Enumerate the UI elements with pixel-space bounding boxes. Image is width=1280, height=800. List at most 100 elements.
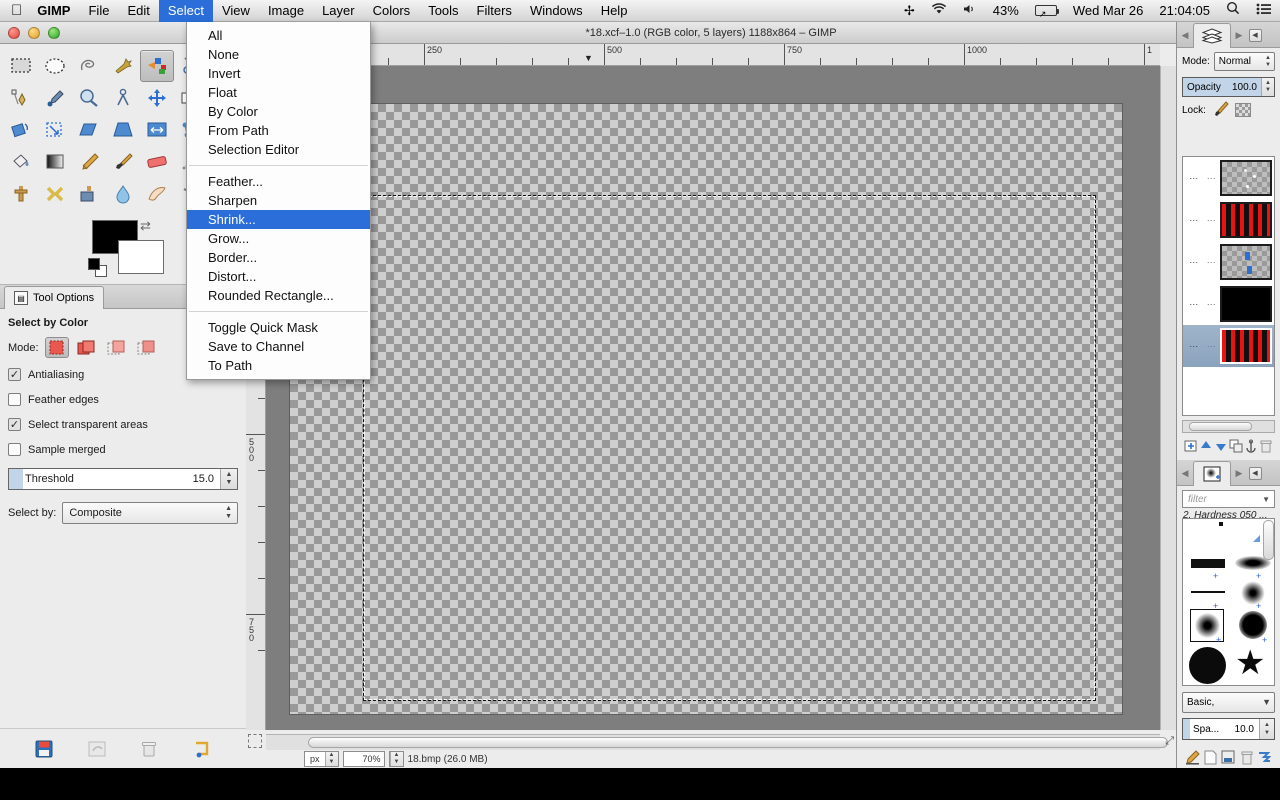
pencil-tool[interactable] (72, 146, 106, 178)
threshold-stepper[interactable]: ▲ ▼ (220, 469, 237, 489)
layer-visibility-icon[interactable]: ⋯ (1185, 257, 1203, 268)
mode-intersect-button[interactable] (135, 337, 159, 358)
layer-link-icon[interactable]: ⋯ (1203, 215, 1221, 226)
minimize-button[interactable] (28, 26, 40, 39)
brush-hard-circle[interactable] (1189, 647, 1226, 684)
brush-line[interactable] (1191, 591, 1225, 593)
menu-item-grow[interactable]: Grow... (187, 229, 370, 248)
anchor-layer-icon[interactable] (1244, 439, 1258, 458)
menu-item-sharpen[interactable]: Sharpen (187, 191, 370, 210)
sample-merged-checkbox[interactable] (8, 443, 21, 456)
free-select-tool[interactable] (72, 50, 106, 82)
layer-visibility-icon[interactable]: ⋯ (1185, 341, 1203, 352)
chevron-down-icon[interactable]: ▼ (1262, 495, 1274, 504)
brush-star[interactable]: ★ (1235, 646, 1265, 680)
delete-tool-preset-icon[interactable] (138, 738, 160, 760)
canvas-area[interactable] (266, 66, 1160, 730)
scale-tool[interactable] (38, 114, 72, 146)
table-row[interactable]: ⋯ ⋯ (1183, 241, 1274, 283)
reset-tool-options-icon[interactable] (191, 738, 213, 760)
move-tool[interactable] (140, 82, 174, 114)
battery-icon[interactable] (1027, 0, 1065, 25)
menu-item-invert[interactable]: Invert (187, 64, 370, 83)
hscroll-thumb[interactable] (308, 737, 1168, 748)
menu-view[interactable]: View (213, 0, 259, 22)
tab-next-icon[interactable]: ▶ (1231, 30, 1247, 47)
select-transparent-areas-checkbox[interactable]: ✓ (8, 418, 21, 431)
tab-layers[interactable] (1193, 23, 1231, 48)
apple-logo-icon[interactable]:  (11, 3, 22, 18)
zoom-value[interactable]: 70% (342, 751, 385, 767)
delete-layer-icon[interactable] (1259, 439, 1273, 458)
select-by-color-tool[interactable] (140, 50, 174, 82)
brush-triangle[interactable] (1253, 535, 1260, 542)
layer-thumbnail[interactable] (1220, 328, 1272, 364)
perspective-tool[interactable] (106, 114, 140, 146)
dock-menu-icon[interactable]: ◀ (1247, 462, 1263, 485)
swap-colors-icon[interactable]: ⇄ (140, 218, 151, 234)
ellipse-select-tool[interactable] (38, 50, 72, 82)
menu-item-feather[interactable]: Feather... (187, 172, 370, 191)
table-row[interactable]: ⋯ ⋯ (1183, 157, 1274, 199)
wifi-icon[interactable] (923, 0, 955, 22)
image-canvas[interactable] (290, 104, 1122, 714)
menu-item-save-to-channel[interactable]: Save to Channel (187, 337, 370, 356)
lock-alpha-icon[interactable] (1234, 103, 1251, 117)
layer-link-icon[interactable]: ⋯ (1203, 257, 1221, 268)
unit-selector[interactable]: px ▲ ▼ (304, 751, 339, 767)
canvas-horizontal-scrollbar[interactable] (266, 734, 1168, 750)
paintbrush-tool[interactable] (106, 146, 140, 178)
sample-merged-row[interactable]: Sample merged (8, 443, 238, 456)
measure-tool[interactable] (106, 82, 140, 114)
dock-menu-icon[interactable]: ◀ (1247, 24, 1263, 47)
brush-grid[interactable]: + + + + + + ★ (1182, 518, 1275, 686)
antialiasing-checkbox[interactable]: ✓ (8, 368, 21, 381)
select-transparent-areas-row[interactable]: ✓ Select transparent areas (8, 418, 238, 431)
color-picker-tool[interactable] (38, 82, 72, 114)
volume-icon[interactable] (955, 0, 985, 22)
tab-brushes[interactable] (1193, 461, 1231, 486)
rotate-tool[interactable] (4, 114, 38, 146)
brush-spacing-slider[interactable]: Spa... 10.0 ▲ ▼ (1182, 718, 1275, 740)
heal-tool[interactable] (38, 178, 72, 210)
bucket-fill-tool[interactable] (4, 146, 38, 178)
delete-brush-icon[interactable] (1239, 750, 1254, 770)
menu-filters[interactable]: Filters (468, 0, 521, 22)
menu-edit[interactable]: Edit (118, 0, 158, 22)
eraser-tool[interactable] (140, 146, 174, 178)
menu-item-distort[interactable]: Distort... (187, 267, 370, 286)
brush-dot-1[interactable] (1219, 522, 1223, 526)
flip-tool[interactable] (140, 114, 174, 146)
lock-pixels-icon[interactable] (1212, 101, 1229, 119)
threshold-slider[interactable]: Threshold 15.0 ▲ ▼ (8, 468, 238, 490)
mode-add-button[interactable] (75, 337, 99, 358)
raise-layer-icon[interactable] (1199, 439, 1213, 458)
tab-prev-icon[interactable]: ◀ (1177, 468, 1193, 485)
search-icon[interactable] (1218, 0, 1248, 22)
brush-grid-scrollbar[interactable] (1263, 520, 1274, 560)
refresh-brushes-icon[interactable] (1257, 750, 1272, 770)
layer-thumbnail[interactable] (1220, 286, 1272, 322)
perspective-clone-tool[interactable] (72, 178, 106, 210)
table-row[interactable]: ⋯ ⋯ (1183, 325, 1274, 367)
rect-select-tool[interactable] (4, 50, 38, 82)
menu-select[interactable]: Select (158, 0, 213, 22)
mode-subtract-button[interactable] (105, 337, 129, 358)
menu-item-all[interactable]: All (187, 26, 370, 45)
menu-item-border[interactable]: Border... (187, 248, 370, 267)
save-device-status-icon[interactable] (33, 738, 55, 760)
menu-image[interactable]: Image (259, 0, 313, 22)
menu-tools[interactable]: Tools (419, 0, 467, 22)
layers-list[interactable]: ⋯ ⋯ ⋯ ⋯ ⋯ ⋯ ⋯ ⋯ ⋯ ⋯ (1182, 156, 1275, 416)
layer-opacity-slider[interactable]: Opacity 100.0 ▲ ▼ (1182, 77, 1275, 97)
layer-visibility-icon[interactable]: ⋯ (1185, 299, 1203, 310)
brush-filter-input[interactable]: filter ▼ (1182, 490, 1275, 508)
layer-visibility-icon[interactable]: ⋯ (1185, 215, 1203, 226)
new-layer-icon[interactable] (1184, 439, 1198, 458)
paths-tool[interactable] (4, 82, 38, 114)
canvas-vertical-scrollbar[interactable] (1160, 66, 1176, 730)
shear-tool[interactable] (72, 114, 106, 146)
layers-horizontal-scrollbar[interactable] (1182, 420, 1275, 433)
navigate-canvas-icon[interactable]: ⤢ (1165, 735, 1174, 748)
menu-item-none[interactable]: None (187, 45, 370, 64)
